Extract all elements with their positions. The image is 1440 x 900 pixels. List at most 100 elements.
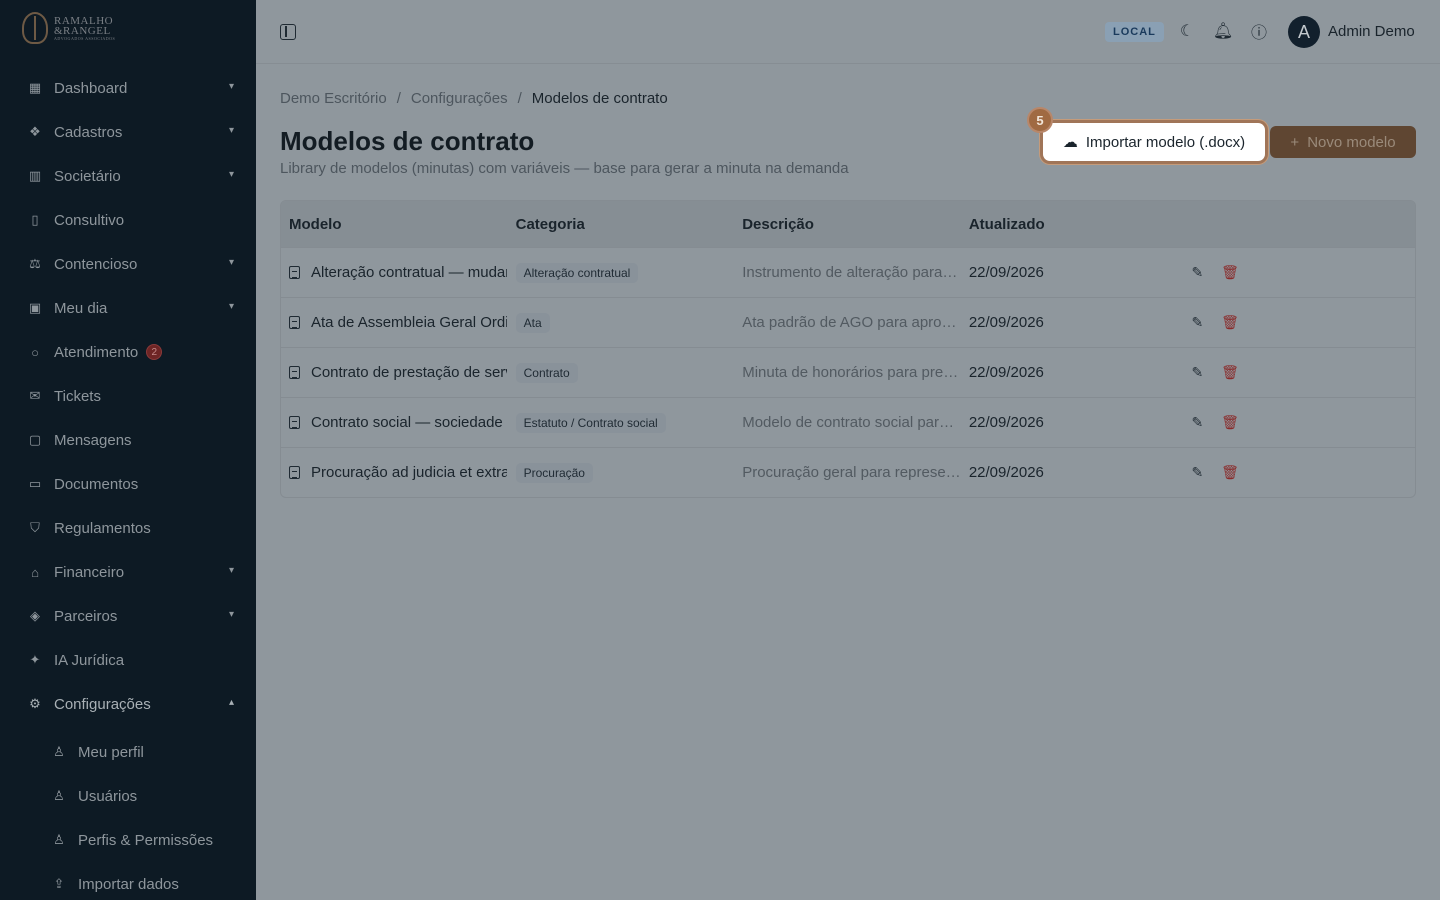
user-name[interactable]: Admin Demo — [1328, 23, 1415, 40]
sidebar-item-label: Atendimento — [54, 343, 139, 361]
model-description: Procuração geral para representação — [742, 464, 961, 481]
category-tag: Contrato — [515, 362, 578, 383]
column-header-modelo[interactable]: Modelo — [281, 216, 508, 233]
tour-step-badge: 5 — [1027, 107, 1053, 133]
sidebar-item-label: Financeiro — [54, 563, 125, 581]
table-row[interactable]: Contrato de prestação de serviços Contra… — [281, 347, 1415, 397]
sidebar-item-regulamentos[interactable]: ⛉ Regulamentos — [16, 510, 244, 546]
updated-date: 22/09/2026 — [968, 364, 1044, 381]
breadcrumb-current: Modelos de contrato — [531, 90, 668, 107]
page-subtitle: Library de modelos (minutas) com variáve… — [280, 160, 849, 177]
edit-icon[interactable]: ✎ — [1191, 414, 1203, 431]
chevron-down-icon: ▾ — [228, 301, 234, 312]
category-tag: Procuração — [515, 462, 593, 483]
model-description: Minuta de honorários para prestação — [742, 364, 961, 381]
chat-icon: ○ — [31, 344, 39, 360]
sidebar-subitem-perfis-permissoes[interactable]: ♙ Perfis & Permissões — [40, 822, 244, 858]
shield-icon: ⛉ — [30, 520, 40, 535]
table-row[interactable]: Contrato social — sociedade limitada Est… — [281, 397, 1415, 447]
avatar[interactable]: A — [1288, 16, 1320, 48]
table-row[interactable]: Ata de Assembleia Geral Ordinária Ata At… — [281, 297, 1415, 347]
bell-icon[interactable]: 🔔︎ — [1213, 21, 1233, 41]
model-name[interactable]: Ata de Assembleia Geral Ordinária — [311, 314, 507, 331]
document-icon — [289, 466, 300, 479]
folder-icon: ▭ — [28, 476, 42, 491]
sidebar-item-dashboard[interactable]: ▦ Dashboard ▾ — [16, 70, 244, 106]
model-name[interactable]: Contrato social — sociedade limitada — [311, 414, 507, 431]
logo-mark-icon — [22, 12, 48, 44]
brand-line1: RAMALHO — [54, 14, 114, 27]
sidebar-item-financeiro[interactable]: ⌂ Financeiro ▾ — [16, 554, 244, 590]
sidebar-item-label: Societário — [54, 167, 121, 185]
sidebar-item-cadastros[interactable]: ❖ Cadastros ▾ — [16, 114, 244, 150]
brand-line2: &RANGEL — [54, 24, 111, 37]
sidebar-item-consultivo[interactable]: ▯ Consultivo — [16, 202, 244, 238]
bank-icon: ⌂ — [31, 564, 39, 580]
trash-icon[interactable]: 🗑︎ — [1221, 464, 1239, 481]
message-icon: ▢ — [28, 432, 42, 447]
model-name[interactable]: Procuração ad judicia et extra — [311, 464, 507, 481]
edit-icon[interactable]: ✎ — [1191, 464, 1203, 481]
page-title: Modelos de contrato — [280, 126, 535, 156]
table-row[interactable]: Procuração ad judicia et extra Procuraçã… — [281, 447, 1415, 497]
model-name[interactable]: Alteração contratual — mudança de endere… — [311, 264, 507, 281]
sidebar-item-atendimento[interactable]: ○ Atendimento 2 — [16, 334, 244, 370]
sidebar-item-label: Cadastros — [54, 123, 123, 141]
help-icon[interactable]: ⓘ — [1249, 21, 1269, 42]
import-model-button[interactable]: ☁ Importar modelo (.docx) — [1043, 123, 1265, 161]
chevron-down-icon: ▾ — [228, 609, 234, 620]
sidebar-subitem-label: Importar dados — [78, 875, 179, 893]
column-header-atualizado[interactable]: Atualizado — [961, 216, 1188, 233]
sidebar-item-label: Tickets — [54, 387, 101, 405]
model-description: Modelo de contrato social para LTDA — [742, 414, 961, 431]
sidebar-item-contencioso[interactable]: ⚖ Contencioso ▾ — [16, 246, 244, 282]
column-header-categoria[interactable]: Categoria — [508, 216, 735, 233]
grid-icon: ▦ — [28, 80, 42, 95]
new-model-button[interactable]: + Novo modelo — [1270, 126, 1416, 158]
moon-icon[interactable]: ☾ — [1177, 21, 1197, 41]
breadcrumb-item[interactable]: Demo Escritório — [280, 90, 387, 107]
brand-logo[interactable]: RAMALHO &RANGEL ADVOGADOS ASSOCIADOS — [22, 12, 115, 44]
user-icon: ♙ — [53, 744, 65, 759]
sidebar-item-label: IA Jurídica — [54, 651, 125, 669]
edit-icon[interactable]: ✎ — [1191, 364, 1203, 381]
sidebar-item-mensagens[interactable]: ▢ Mensagens — [16, 422, 244, 458]
sidebar-subitem-usuarios[interactable]: ♙ Usuários — [40, 778, 244, 814]
sidebar-toggle-icon[interactable] — [280, 24, 296, 40]
edit-icon[interactable]: ✎ — [1191, 314, 1203, 331]
model-name[interactable]: Contrato de prestação de serviços — [311, 364, 507, 381]
sidebar-item-parceiros[interactable]: ◈ Parceiros ▾ — [16, 598, 244, 634]
trash-icon[interactable]: 🗑︎ — [1221, 414, 1239, 431]
sidebar-item-label: Regulamentos — [54, 519, 151, 537]
edit-icon[interactable]: ✎ — [1191, 264, 1203, 281]
sidebar-subitem-importar-dados[interactable]: ⇪ Importar dados — [40, 866, 244, 900]
brand-tagline: ADVOGADOS ASSOCIADOS — [54, 35, 116, 41]
column-header-descricao[interactable]: Descrição — [734, 216, 961, 233]
sidebar-item-tickets[interactable]: ✉ Tickets — [16, 378, 244, 414]
trash-icon[interactable]: 🗑︎ — [1221, 314, 1239, 331]
sidebar-item-label: Mensagens — [54, 431, 132, 449]
models-table: Modelo Categoria Descrição Atualizado Al… — [280, 200, 1416, 498]
sidebar-subitem-meu-perfil[interactable]: ♙ Meu perfil — [40, 734, 244, 770]
sidebar-item-documentos[interactable]: ▭ Documentos — [16, 466, 244, 502]
sidebar-item-ia-juridica[interactable]: ✦ IA Jurídica — [16, 642, 244, 678]
trash-icon[interactable]: 🗑︎ — [1221, 264, 1239, 281]
new-model-label: Novo modelo — [1307, 133, 1396, 151]
sidebar-item-label: Documentos — [54, 475, 139, 493]
sidebar-item-societario[interactable]: ▥ Societário ▾ — [16, 158, 244, 194]
breadcrumb-item[interactable]: Configurações — [411, 90, 508, 107]
chevron-down-icon: ▾ — [228, 81, 234, 92]
sidebar-item-meu-dia[interactable]: ▣ Meu dia ▾ — [16, 290, 244, 326]
model-description: Instrumento de alteração para mudança — [742, 264, 961, 281]
table-row[interactable]: Alteração contratual — mudança de endere… — [281, 247, 1415, 297]
top-bar: LOCAL ☾ 🔔︎ ⓘ A Admin Demo — [256, 0, 1440, 64]
sidebar-item-configuracoes[interactable]: ⚙ Configurações ▴ — [16, 686, 244, 722]
book-icon: ▯ — [31, 212, 39, 227]
scale-icon: ⚖ — [29, 256, 41, 271]
environment-badge: LOCAL — [1105, 22, 1164, 42]
notification-count-badge: 2 — [146, 344, 163, 360]
sidebar-subitem-label: Meu perfil — [78, 743, 144, 761]
trash-icon[interactable]: 🗑︎ — [1221, 364, 1239, 381]
plus-icon: + — [1290, 133, 1300, 151]
user-check-icon: ♙ — [53, 832, 65, 847]
